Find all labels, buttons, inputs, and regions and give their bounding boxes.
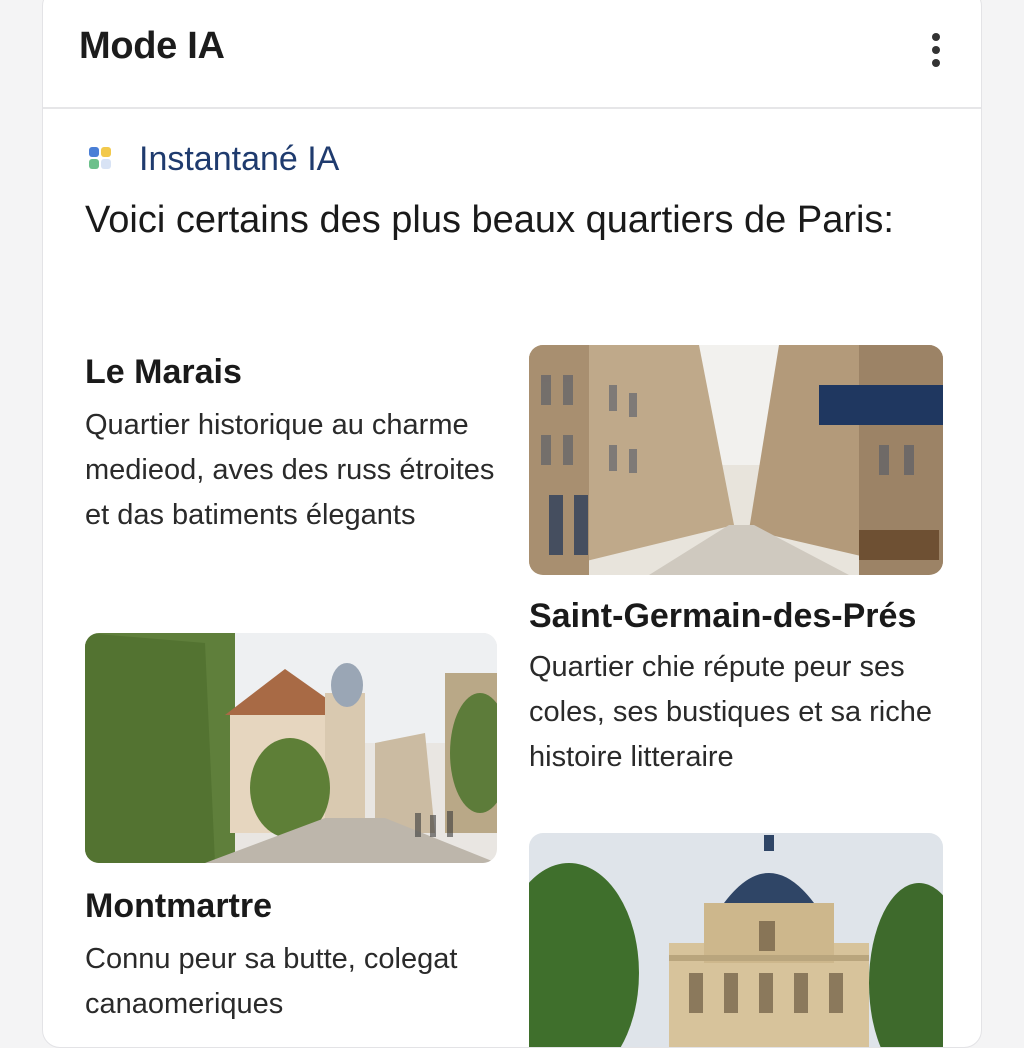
place-desc-saint-germain: Quartier chie répute peur ses coles, ses… bbox=[529, 651, 932, 773]
place-desc-montmartre: Connu peur sa butte, colegat canaomeriqu… bbox=[85, 943, 458, 1020]
ai-mode-card: Mode IA Instantané IA Voici certains des… bbox=[42, 0, 982, 1048]
page-title: Mode IA bbox=[79, 25, 225, 67]
domed-palace-photo[interactable] bbox=[529, 833, 943, 1047]
ivy-street-photo[interactable] bbox=[85, 633, 497, 863]
place-desc-le-marais: Quartier historique au charme medieod, a… bbox=[85, 409, 495, 531]
more-vert-icon[interactable] bbox=[929, 33, 943, 77]
place-title-le-marais[interactable]: Le Marais bbox=[85, 353, 242, 392]
intro-text: Voici certains des plus beaux quartiers … bbox=[85, 199, 894, 241]
ai-snapshot-icon bbox=[89, 147, 111, 169]
place-title-saint-germain[interactable]: Saint-Germain-des-Prés bbox=[529, 597, 916, 636]
paris-street-photo[interactable] bbox=[529, 345, 943, 575]
ai-snapshot-heading: Instantané IA bbox=[83, 139, 339, 179]
snapshot-label: Instantané IA bbox=[139, 139, 340, 178]
card-header: Mode IA bbox=[43, 0, 981, 109]
place-title-montmartre[interactable]: Montmartre bbox=[85, 887, 272, 926]
